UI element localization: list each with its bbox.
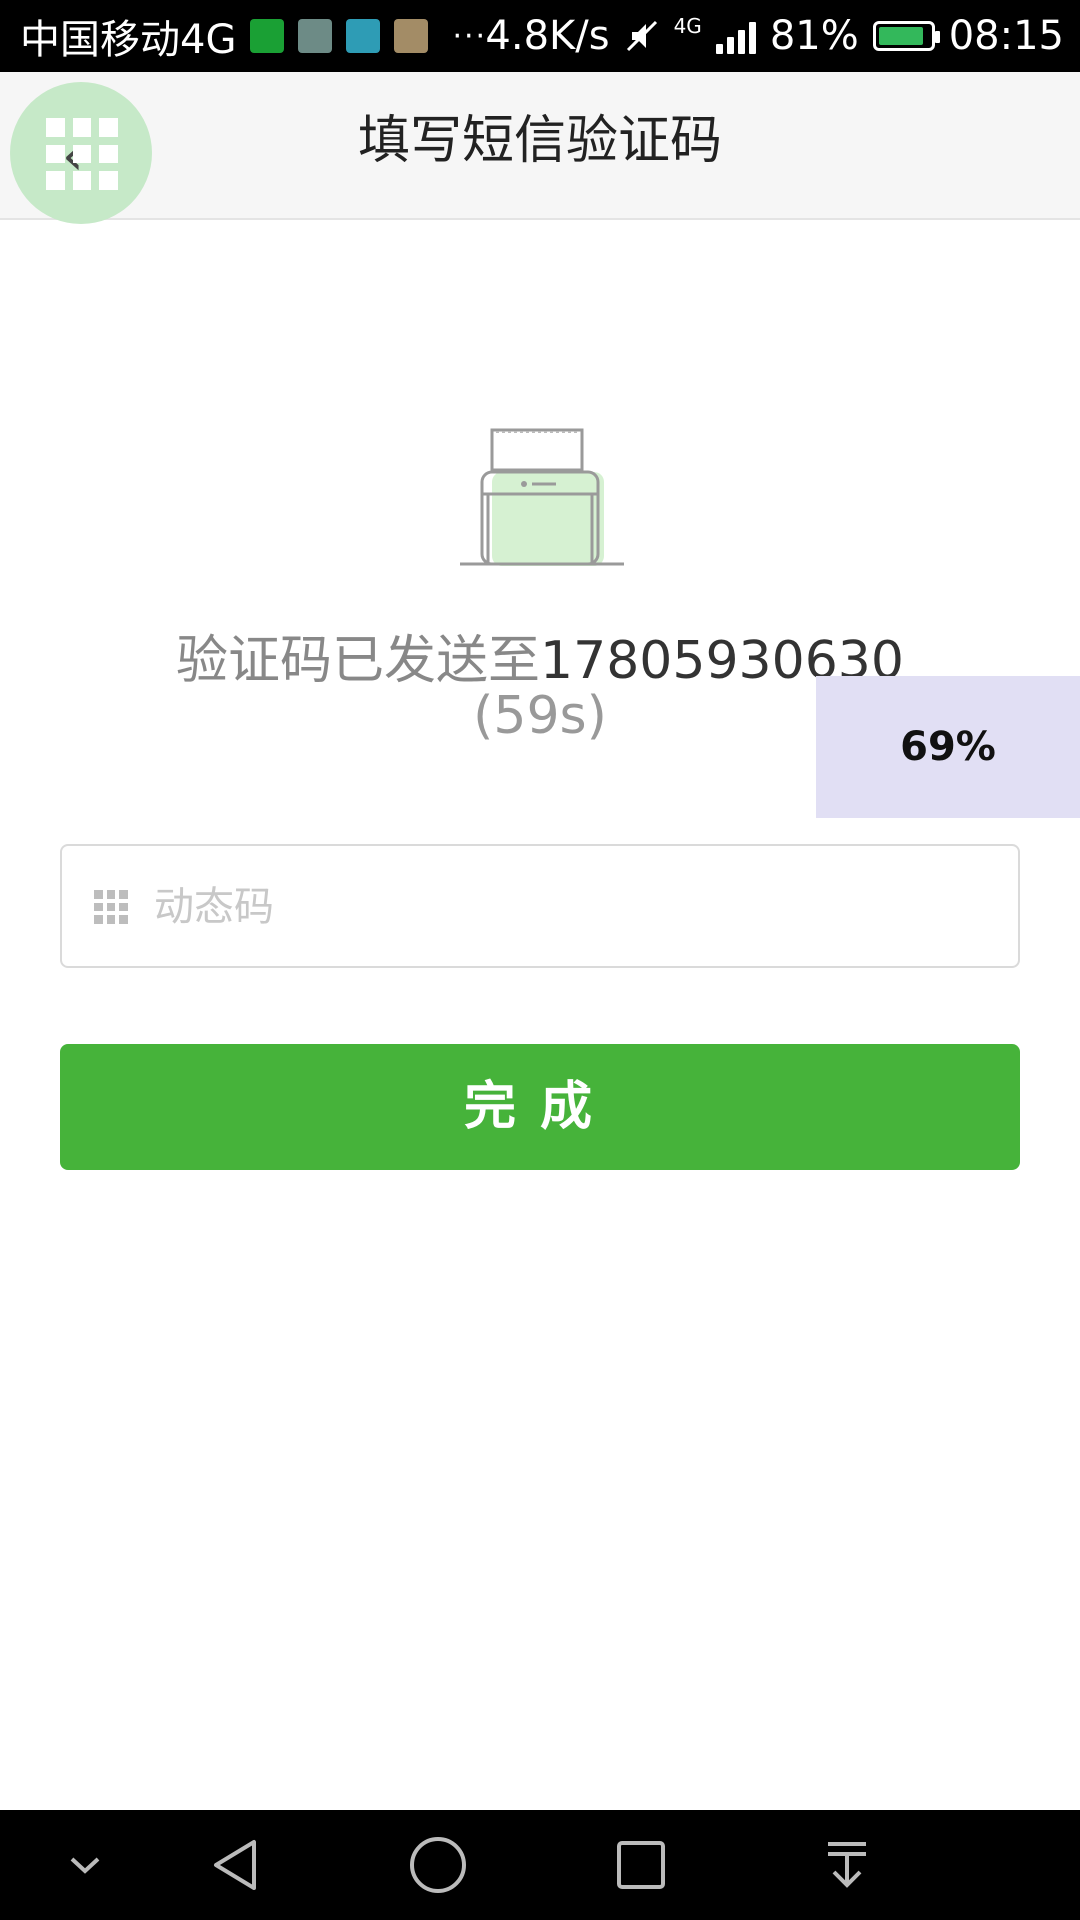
- sync-app-icon: [250, 19, 285, 53]
- leaf-app-icon: [298, 19, 333, 53]
- notepad-app-icon: [394, 19, 429, 53]
- battery-icon: [872, 21, 940, 51]
- sent-message-prefix: 验证码已发送至: [176, 631, 541, 691]
- floating-menu-button[interactable]: ‹: [10, 82, 152, 224]
- mute-icon: [626, 20, 657, 52]
- battery-percent: 81%: [769, 13, 859, 59]
- back-triangle-icon[interactable]: [200, 1810, 270, 1920]
- grid-icon: [46, 118, 118, 190]
- done-button[interactable]: 完成: [60, 1044, 1020, 1170]
- phone-sms-illustration: [460, 428, 624, 566]
- code-input-container[interactable]: [60, 844, 1020, 968]
- system-nav-bar: [0, 1810, 1080, 1920]
- chevron-down-icon[interactable]: [50, 1810, 120, 1920]
- verification-code-input[interactable]: [152, 846, 1006, 968]
- android-app-icon: [346, 19, 381, 53]
- status-bar: 中国移动4G ··· 4.8K/s 4G 81% 08:15: [0, 0, 1080, 72]
- keypad-icon: [94, 890, 128, 924]
- recents-square-icon[interactable]: [606, 1810, 676, 1920]
- clock: 08:15: [948, 13, 1064, 59]
- signal-icon: [715, 18, 756, 54]
- home-circle-icon[interactable]: [400, 1810, 476, 1920]
- carrier-label: 中国移动4G: [20, 17, 237, 63]
- notification-pull-icon[interactable]: [812, 1810, 882, 1920]
- more-notifications-icon: ···: [452, 18, 488, 54]
- app-header: 填写短信验证码: [0, 72, 1080, 220]
- page-title: 填写短信验证码: [357, 111, 722, 171]
- progress-badge: 69%: [816, 676, 1080, 818]
- network-type: 4G: [673, 14, 702, 38]
- network-speed: 4.8K/s: [485, 13, 610, 59]
